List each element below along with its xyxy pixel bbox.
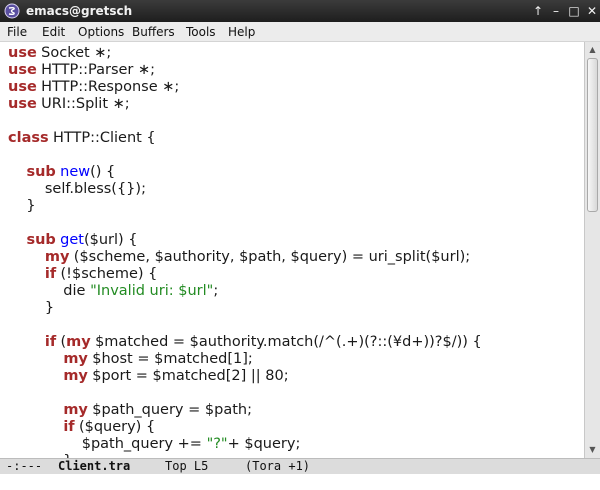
- code-kw-token: if: [44, 266, 57, 282]
- code-str-token: "Invalid uri: $url": [90, 283, 214, 299]
- code-token: (!$scheme) {: [60, 266, 158, 282]
- code-fn-token: get: [60, 232, 84, 248]
- code-token: ($scheme, $authority, $path, $query) = u…: [73, 249, 471, 265]
- code-token: ;: [213, 283, 219, 299]
- code-str-token: "?": [206, 436, 228, 452]
- code-token: () {: [90, 164, 116, 180]
- code-token: }: [8, 300, 55, 316]
- window-shade-icon[interactable]: ↑: [530, 3, 546, 19]
- scrollbar-thumb[interactable]: [587, 58, 598, 212]
- code-token: die: [8, 283, 91, 299]
- code-token: URI::Split ∗;: [41, 96, 130, 112]
- code-kw-token: my: [44, 249, 70, 265]
- menu-tools[interactable]: Tools: [186, 24, 216, 40]
- code-token: $matched = $authority.match(/^(.+)(?::(¥…: [95, 334, 482, 350]
- code-line: use HTTP::Parser ∗;: [8, 62, 155, 79]
- code-line: my ($scheme, $authority, $path, $query) =…: [8, 249, 470, 266]
- code-line: }: [8, 300, 54, 317]
- window-title: emacs@gretsch: [26, 4, 133, 18]
- code-token: + $query;: [227, 436, 301, 452]
- code-kw-token: my: [63, 368, 88, 384]
- code-token: ($url) {: [83, 232, 138, 248]
- menu-options[interactable]: Options: [78, 24, 124, 40]
- code-line: my $host = $matched[1];: [8, 351, 253, 368]
- window-titlebar[interactable]: emacs@gretsch ↑ – □ ✕: [0, 0, 600, 22]
- code-line: my $port = $matched[2] || 80;: [8, 368, 289, 385]
- code-kw-token: use: [8, 45, 37, 61]
- code-line: use Socket ∗;: [8, 45, 111, 62]
- minimize-icon[interactable]: –: [548, 3, 564, 19]
- code-line: self.bless({});: [8, 181, 146, 198]
- code-token: $port = $matched[2] || 80;: [92, 368, 289, 384]
- code-kw-token: use: [8, 96, 37, 112]
- emacs-icon: [4, 3, 20, 19]
- minibuffer[interactable]: [0, 474, 600, 490]
- scroll-up-icon[interactable]: ▲: [585, 43, 600, 57]
- code-kw-token: sub: [26, 232, 56, 248]
- code-kw-token: my: [63, 402, 88, 418]
- code-line: die "Invalid uri: $url";: [8, 283, 218, 300]
- code-token: $host = $matched[1];: [92, 351, 253, 367]
- scroll-down-icon[interactable]: ▼: [585, 443, 600, 457]
- editor-text-area[interactable]: use Socket ∗; use HTTP::Parser ∗; use HTTP::R…: [0, 42, 584, 458]
- code-token: Socket ∗;: [41, 45, 112, 61]
- code-fn-token: new: [60, 164, 91, 180]
- code-line: class HTTP::Client {: [8, 130, 156, 147]
- menu-edit[interactable]: Edit: [42, 24, 65, 40]
- code-token: $path_query = $path;: [92, 402, 252, 418]
- modeline-position: Top L5: [165, 459, 209, 473]
- code-token: $path_query +=: [8, 436, 207, 452]
- code-token: }: [8, 198, 36, 214]
- code-line: if (!$scheme) {: [8, 266, 158, 283]
- close-icon[interactable]: ✕: [584, 3, 600, 19]
- vertical-scrollbar[interactable]: ▲ ▼: [584, 42, 600, 458]
- code-kw-token: my: [66, 334, 91, 350]
- code-token: self.bless({});: [8, 181, 146, 197]
- code-line: if (my $matched = $authority.match(/^(.+)(…: [8, 334, 482, 351]
- mode-line: -:--- Client.tra Top L5 (Tora +1): [0, 458, 600, 474]
- menu-bar: File Edit Options Buffers Tools Help: [0, 22, 600, 42]
- modeline-buffer-name[interactable]: Client.tra: [58, 459, 130, 473]
- code-line: use HTTP::Response ∗;: [8, 79, 179, 96]
- maximize-icon[interactable]: □: [566, 3, 582, 19]
- code-kw-token: use: [8, 62, 37, 78]
- code-kw-token: if: [63, 419, 75, 435]
- modeline-status: -:---: [6, 459, 43, 473]
- code-line: $path_query += "?"+ $query;: [8, 436, 301, 453]
- code-token: HTTP::Parser ∗;: [41, 62, 156, 78]
- code-token: HTTP::Client {: [52, 130, 156, 146]
- code-kw-token: class: [8, 130, 49, 146]
- code-line: if ($query) {: [8, 419, 155, 436]
- code-token: HTTP::Response ∗;: [41, 79, 180, 95]
- menu-help[interactable]: Help: [228, 24, 255, 40]
- code-line: use URI::Split ∗;: [8, 96, 130, 113]
- menu-buffers[interactable]: Buffers: [132, 24, 175, 40]
- code-line: my $path_query = $path;: [8, 402, 252, 419]
- modeline-major-mode[interactable]: (Tora +1): [245, 459, 310, 473]
- code-line: sub new() {: [8, 164, 115, 181]
- code-kw-token: sub: [26, 164, 56, 180]
- code-token: ($query) {: [78, 419, 156, 435]
- code-kw-token: use: [8, 79, 37, 95]
- code-kw-token: my: [63, 351, 88, 367]
- code-kw-token: if: [44, 334, 57, 350]
- code-line: }: [8, 198, 36, 215]
- menu-file[interactable]: File: [7, 24, 27, 40]
- code-line: sub get($url) {: [8, 232, 138, 249]
